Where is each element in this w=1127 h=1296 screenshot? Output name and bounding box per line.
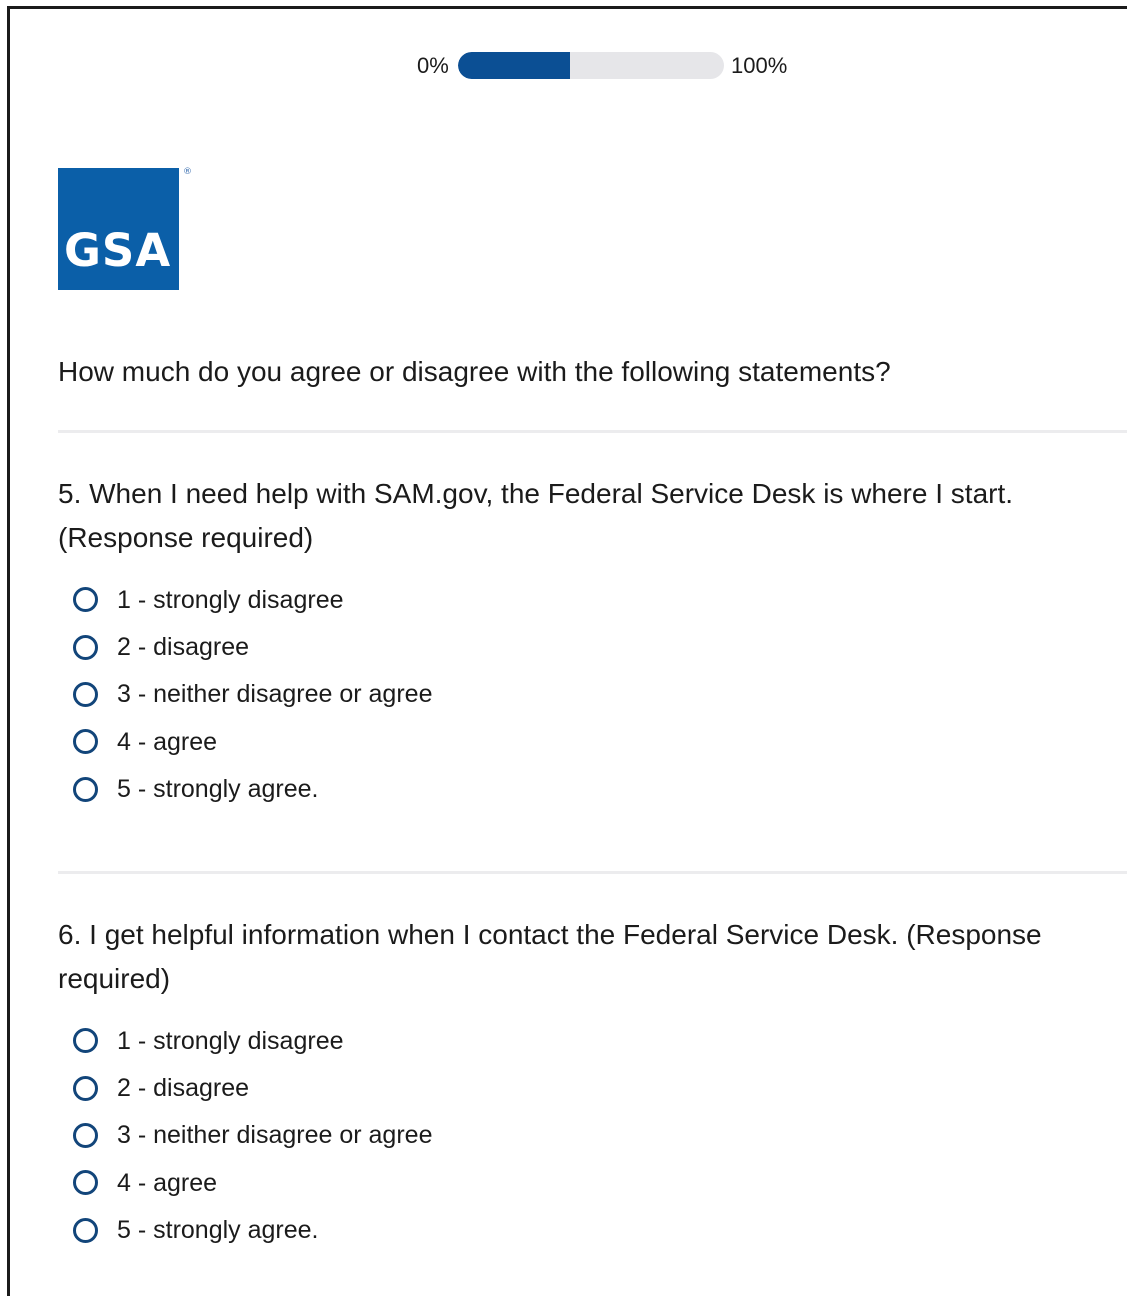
- radio-option[interactable]: 1 - strongly disagree: [58, 576, 1118, 623]
- radio-button[interactable]: [73, 587, 98, 613]
- section-divider: [58, 430, 1127, 433]
- option-label: 1 - strongly disagree: [117, 1026, 344, 1055]
- option-label: 3 - neither disagree or agree: [117, 1121, 433, 1150]
- radio-button[interactable]: [73, 1217, 98, 1243]
- survey-progress: 0% 100%: [0, 52, 1127, 79]
- radio-option[interactable]: 4 - agree: [58, 718, 1118, 765]
- option-label: 2 - disagree: [117, 633, 250, 662]
- survey-intro: How much do you agree or disagree with t…: [58, 356, 891, 387]
- radio-button[interactable]: [73, 776, 98, 802]
- radio-option[interactable]: 4 - agree: [58, 1159, 1118, 1206]
- radio-button[interactable]: [73, 1170, 98, 1196]
- radio-button[interactable]: [73, 729, 98, 755]
- question-5: 5. When I need help with SAM.gov, the Fe…: [58, 472, 1118, 813]
- radio-button[interactable]: [73, 1075, 98, 1101]
- radio-group: 1 - strongly disagree 2 - disagree 3 - n…: [58, 576, 1118, 813]
- progress-fill: [458, 52, 570, 79]
- option-label: 4 - agree: [117, 727, 218, 756]
- gsa-logo: GSA: [58, 168, 179, 290]
- question-6: 6. I get helpful information when I cont…: [58, 913, 1118, 1254]
- option-label: 5 - strongly agree.: [117, 775, 319, 804]
- option-label: 4 - agree: [117, 1168, 218, 1197]
- question-text: 5. When I need help with SAM.gov, the Fe…: [58, 478, 1014, 553]
- radio-button[interactable]: [73, 1122, 98, 1148]
- option-label: 1 - strongly disagree: [117, 585, 344, 614]
- radio-option[interactable]: 2 - disagree: [58, 1064, 1118, 1111]
- radio-group: 1 - strongly disagree 2 - disagree 3 - n…: [58, 1017, 1118, 1254]
- radio-option[interactable]: 3 - neither disagree or agree: [58, 1112, 1118, 1159]
- radio-option[interactable]: 1 - strongly disagree: [58, 1017, 1118, 1064]
- option-label: 2 - disagree: [117, 1074, 250, 1103]
- question-text: 6. I get helpful information when I cont…: [58, 919, 1042, 994]
- registered-mark: ®: [183, 167, 192, 177]
- section-divider: [58, 871, 1127, 874]
- progress-min-label: 0%: [417, 53, 449, 78]
- radio-button[interactable]: [73, 634, 98, 660]
- radio-option[interactable]: 5 - strongly agree.: [58, 766, 1118, 813]
- option-label: 3 - neither disagree or agree: [117, 680, 433, 709]
- progress-max-label: 100%: [731, 53, 788, 78]
- option-label: 5 - strongly agree.: [117, 1216, 319, 1245]
- progress-track: [458, 52, 724, 79]
- radio-option[interactable]: 3 - neither disagree or agree: [58, 671, 1118, 718]
- radio-button[interactable]: [73, 1028, 98, 1054]
- logo-text: GSA: [64, 224, 172, 277]
- radio-option[interactable]: 5 - strongly agree.: [58, 1207, 1118, 1254]
- radio-option[interactable]: 2 - disagree: [58, 623, 1118, 670]
- radio-button[interactable]: [73, 681, 98, 707]
